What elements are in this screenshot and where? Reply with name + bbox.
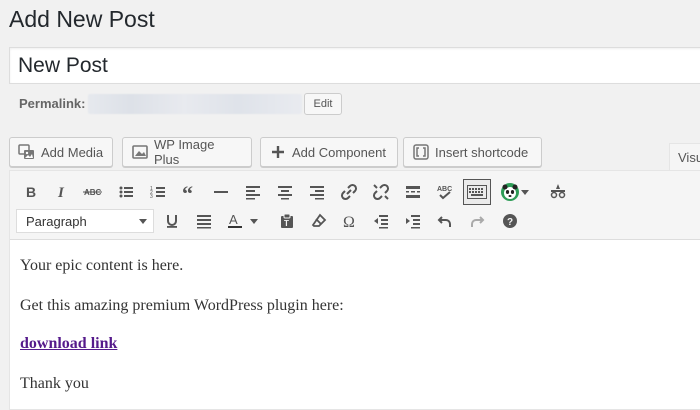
special-character-icon[interactable]: Ω — [337, 208, 363, 234]
add-media-button[interactable]: Add Media — [9, 137, 113, 167]
tab-visual[interactable]: Visual — [669, 143, 700, 170]
download-link[interactable]: download link — [20, 335, 117, 352]
add-media-icon — [18, 143, 36, 161]
bold-icon[interactable]: B — [18, 179, 44, 205]
svg-text:“: “ — [182, 184, 193, 200]
wp-image-plus-button[interactable]: WP Image Plus — [122, 137, 252, 167]
outdent-icon[interactable] — [368, 208, 394, 234]
horizontal-line-icon[interactable] — [208, 179, 234, 205]
justify-icon[interactable] — [191, 208, 217, 234]
help-icon[interactable]: ? — [497, 208, 523, 234]
post-title-box — [9, 47, 700, 84]
bullet-list-icon[interactable] — [113, 179, 139, 205]
svg-text:A: A — [229, 213, 238, 227]
svg-text:3: 3 — [150, 194, 153, 200]
permalink-label: Permalink: — [19, 96, 86, 111]
editor-toolbar: B I ABC 123 “ ABC Paragraph A T Ω ? — [10, 171, 700, 240]
toolbar-toggle-icon[interactable] — [463, 179, 491, 205]
read-more-icon[interactable] — [400, 179, 426, 205]
plugin-icon[interactable] — [545, 179, 571, 205]
wp-image-plus-label: WP Image Plus — [154, 137, 215, 167]
add-component-label: Add Component — [292, 144, 386, 160]
shortcode-icon — [412, 143, 430, 161]
underline-icon[interactable] — [159, 208, 185, 234]
editor: B I ABC 123 “ ABC Paragraph A T Ω ? Your… — [9, 170, 700, 410]
post-title-input[interactable] — [18, 52, 618, 80]
unlink-icon[interactable] — [368, 179, 394, 205]
add-component-button[interactable]: Add Component — [260, 137, 398, 167]
svg-text:B: B — [26, 184, 36, 200]
insert-shortcode-button[interactable]: Insert shortcode — [403, 137, 542, 167]
panda-dropdown-icon[interactable] — [518, 179, 532, 205]
align-center-icon[interactable] — [272, 179, 298, 205]
align-left-icon[interactable] — [240, 179, 266, 205]
link-icon[interactable] — [336, 179, 362, 205]
chevron-down-icon — [139, 219, 147, 224]
plus-icon — [269, 143, 287, 161]
page-title: Add New Post — [9, 6, 155, 32]
format-select-value: Paragraph — [26, 214, 87, 229]
numbered-list-icon[interactable]: 123 — [145, 179, 171, 205]
text-color-icon[interactable]: A — [222, 208, 248, 234]
permalink-edit-button[interactable]: Edit — [304, 93, 342, 115]
content-paragraph: Thank you — [20, 375, 89, 392]
svg-text:I: I — [57, 185, 65, 200]
blockquote-icon[interactable]: “ — [177, 179, 203, 205]
text-color-dropdown-icon[interactable] — [247, 208, 261, 234]
svg-text:T: T — [284, 219, 289, 228]
redo-icon[interactable] — [464, 208, 490, 234]
italic-icon[interactable]: I — [48, 179, 74, 205]
image-icon — [131, 143, 149, 161]
permalink-url-blurred — [88, 94, 302, 114]
align-right-icon[interactable] — [304, 179, 330, 205]
content-paragraph: Your epic content is here. — [20, 257, 184, 274]
add-media-label: Add Media — [41, 144, 104, 160]
content-paragraph: Get this amazing premium WordPress plugi… — [20, 297, 344, 314]
strikethrough-icon[interactable]: ABC — [80, 179, 106, 205]
svg-text:Ω: Ω — [343, 214, 355, 229]
format-select[interactable]: Paragraph — [16, 209, 154, 233]
undo-icon[interactable] — [432, 208, 458, 234]
paste-text-icon[interactable]: T — [274, 208, 300, 234]
spellcheck-icon[interactable]: ABC — [432, 179, 458, 205]
svg-text:?: ? — [507, 217, 513, 228]
insert-shortcode-label: Insert shortcode — [435, 144, 529, 160]
clear-formatting-icon[interactable] — [306, 208, 332, 234]
indent-icon[interactable] — [400, 208, 426, 234]
